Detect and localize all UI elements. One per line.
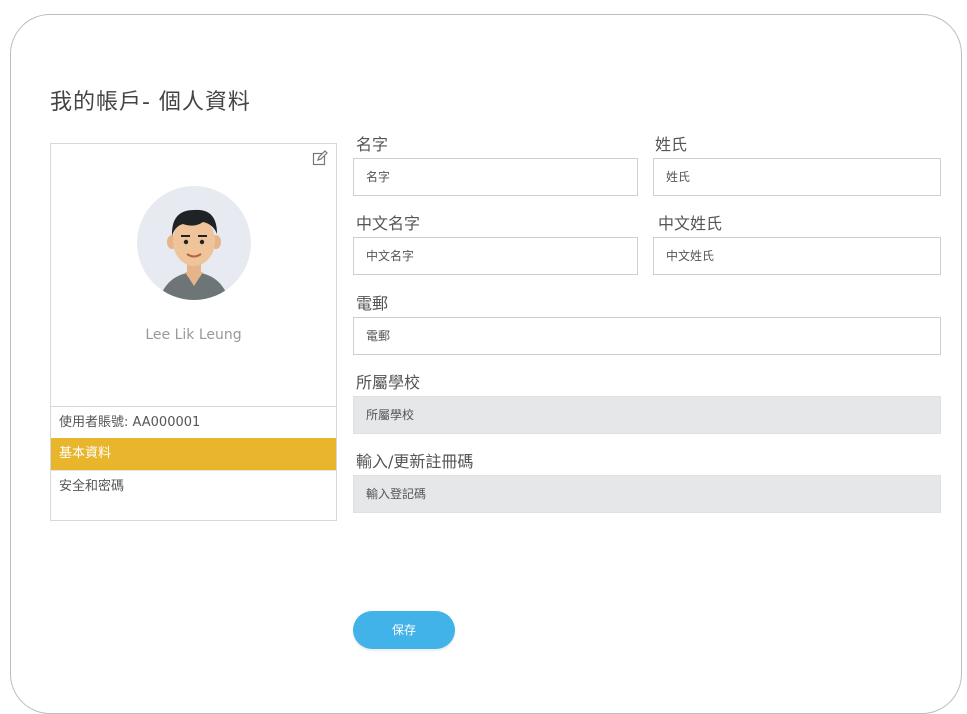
- user-name: Lee Lik Leung: [145, 327, 242, 343]
- last-name-field[interactable]: 姓氏: [653, 158, 941, 196]
- school-field: 所屬學校: [353, 396, 941, 434]
- menu-item-basic-info[interactable]: 基本資料: [51, 438, 336, 470]
- chinese-last-name-field[interactable]: 中文姓氏: [653, 237, 941, 275]
- school-label: 所屬學校: [356, 373, 421, 392]
- first-name-label: 名字: [356, 135, 389, 154]
- email-label: 電郵: [356, 294, 389, 313]
- page-title: 我的帳戶- 個人資料: [50, 90, 251, 115]
- profile-panel: Lee Lik Leung 使用者賬號: AA000001 基本資料 安全和密碼: [50, 143, 337, 521]
- first-name-field[interactable]: 名字: [353, 158, 638, 196]
- email-field[interactable]: 電郵: [353, 317, 941, 355]
- edit-icon[interactable]: [312, 150, 328, 166]
- chinese-first-name-label: 中文名字: [356, 214, 421, 233]
- last-name-label: 姓氏: [655, 135, 688, 154]
- chinese-last-name-label: 中文姓氏: [658, 214, 723, 233]
- avatar: [137, 186, 251, 300]
- registration-code-field[interactable]: 輸入登記碼: [353, 475, 941, 513]
- chinese-first-name-field[interactable]: 中文名字: [353, 237, 638, 275]
- save-button[interactable]: 保存: [353, 611, 455, 649]
- menu-item-security[interactable]: 安全和密碼: [51, 470, 336, 502]
- account-id: 使用者賬號: AA000001: [51, 406, 336, 438]
- registration-code-label: 輸入/更新註冊碼: [356, 452, 474, 471]
